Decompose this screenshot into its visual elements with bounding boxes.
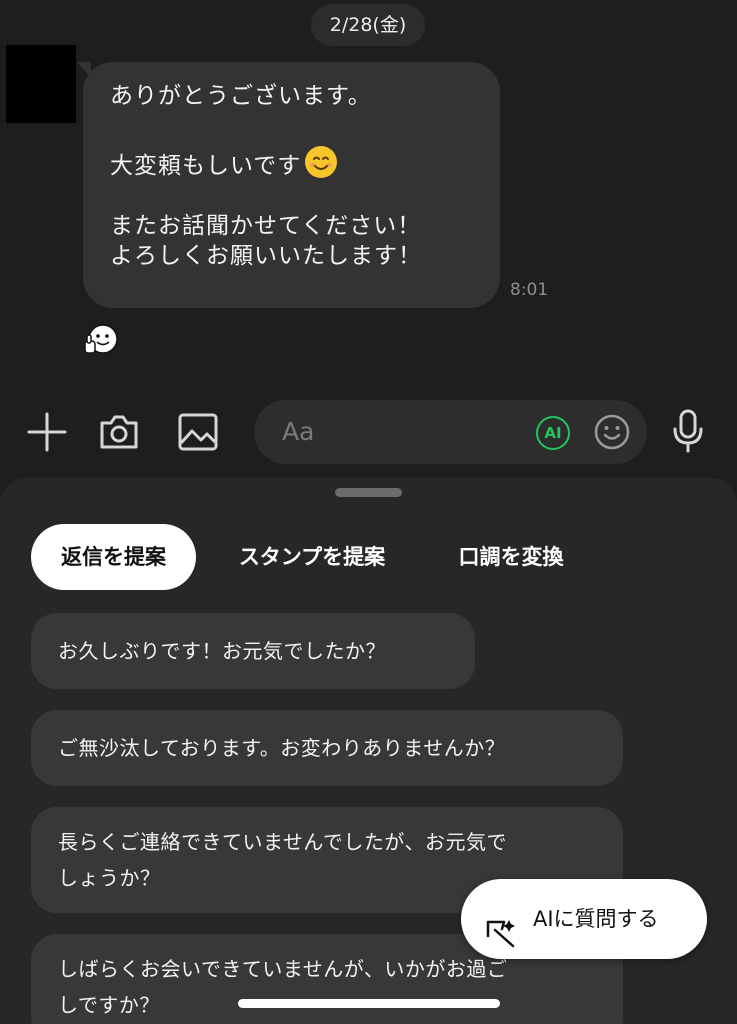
sticker-reaction-icon[interactable] bbox=[83, 323, 119, 357]
ask-ai-label: AIに質問する bbox=[533, 907, 659, 931]
message-timestamp: 8:01 bbox=[510, 280, 549, 300]
ai-sparkle-icon bbox=[485, 903, 517, 948]
suggestion-text: ご無沙汰しております。お変わりありませんか？ bbox=[58, 736, 506, 760]
avatar[interactable] bbox=[6, 45, 76, 123]
message-line-1: ありがとうございます。 bbox=[110, 83, 372, 109]
ai-assist-icon[interactable]: AI bbox=[536, 416, 570, 450]
chat-screen: 2/28(金) ありがとうございます。 大変頼もしいです またお話聞かせてくださ… bbox=[0, 0, 737, 1024]
suggestion-item[interactable]: お久しぶりです！お元気でしたか？ bbox=[31, 613, 475, 689]
suggestion-text: お久しぶりです！お元気でしたか？ bbox=[58, 639, 386, 663]
tab-suggest-reply[interactable]: 返信を提案 bbox=[31, 524, 196, 590]
smiling-face-emoji-icon bbox=[305, 146, 338, 178]
grab-handle[interactable] bbox=[335, 488, 402, 497]
tab-suggest-sticker[interactable]: スタンプを提案 bbox=[222, 524, 402, 590]
chat-area[interactable]: 2/28(金) ありがとうございます。 大変頼もしいです またお話聞かせてくださ… bbox=[0, 0, 737, 384]
tab-convert-tone[interactable]: 口調を変換 bbox=[440, 524, 582, 590]
message-line-2-text: 大変頼もしいです bbox=[110, 153, 302, 179]
suggestion-text: 長らくご連絡できていませんでしたが、お元気で bbox=[58, 830, 507, 854]
message-line-4: よろしくお願いいたします！ bbox=[110, 243, 422, 269]
plus-icon[interactable] bbox=[25, 410, 69, 454]
image-icon[interactable] bbox=[176, 410, 220, 454]
camera-icon[interactable] bbox=[97, 409, 141, 453]
message-bubble[interactable]: ありがとうございます。 大変頼もしいです またお話聞かせてください！ よろしくお… bbox=[77, 62, 500, 308]
ask-ai-button[interactable]: AIに質問する bbox=[461, 879, 707, 959]
microphone-icon[interactable] bbox=[670, 408, 706, 456]
emoji-icon[interactable] bbox=[594, 414, 630, 450]
message-input-bar: Aa AI bbox=[0, 384, 737, 480]
ai-suggestion-panel: 返信を提案 スタンプを提案 口調を変換 お久しぶりです！お元気でしたか？ ご無沙… bbox=[0, 478, 737, 1024]
home-indicator[interactable] bbox=[238, 999, 500, 1008]
date-separator: 2/28(金) bbox=[311, 4, 425, 46]
input-placeholder: Aa bbox=[282, 417, 315, 446]
suggestion-item[interactable]: ご無沙汰しております。お変わりありませんか？ bbox=[31, 710, 623, 786]
message-line-2: 大変頼もしいです bbox=[110, 146, 480, 179]
message-input[interactable]: Aa AI bbox=[254, 400, 647, 464]
message-line-3: またお話聞かせてください！ bbox=[110, 213, 422, 239]
